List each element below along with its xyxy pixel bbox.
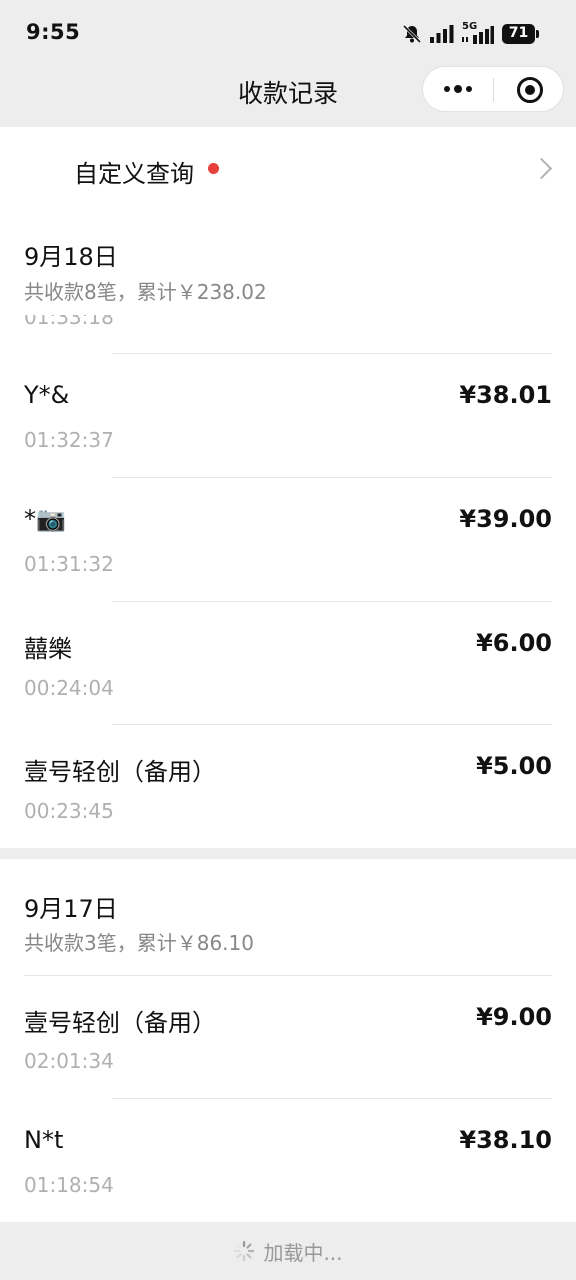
custom-query-row[interactable]: 自定义查询 bbox=[0, 127, 576, 211]
payment-amount: ¥6.00 bbox=[476, 629, 552, 657]
payer-name: 囍樂 bbox=[24, 635, 72, 663]
record-time: 01:33:18 bbox=[24, 315, 114, 329]
more-button[interactable] bbox=[423, 67, 493, 111]
mini-program-capsule bbox=[422, 66, 564, 112]
more-dot-icon bbox=[466, 86, 472, 92]
day-date: 9月17日 bbox=[24, 895, 118, 923]
payer-name: Y*& bbox=[24, 381, 70, 409]
record-item[interactable]: 壹号轻创（备用） ¥9.00 02:01:34 bbox=[0, 976, 576, 1098]
loading-indicator: 加载中... bbox=[0, 1222, 576, 1280]
record-item[interactable]: 壹号轻创（备用） ¥5.00 00:23:45 bbox=[0, 725, 576, 848]
payment-amount: ¥38.10 bbox=[459, 1126, 552, 1154]
new-badge-dot bbox=[208, 163, 219, 174]
record-time: 01:32:37 bbox=[24, 428, 114, 452]
close-target-icon[interactable] bbox=[517, 77, 543, 103]
mute-bell-icon bbox=[402, 24, 422, 44]
record-time: 01:18:54 bbox=[24, 1173, 114, 1197]
records-card-1: 自定义查询 9月18日 共收款8笔，累计￥238.02 01:33:18 Y*&… bbox=[0, 127, 576, 848]
record-item[interactable]: *📷 ¥39.00 01:31:32 bbox=[0, 478, 576, 601]
day-summary: 共收款3笔，累计￥86.10 bbox=[24, 931, 254, 955]
custom-query-label: 自定义查询 bbox=[74, 160, 194, 188]
chevron-right-icon bbox=[530, 157, 553, 180]
record-item[interactable]: Y*& ¥38.01 01:32:37 bbox=[0, 354, 576, 477]
day-summary: 共收款8笔，累计￥238.02 bbox=[24, 280, 267, 304]
record-item[interactable]: N*t ¥38.10 01:18:54 bbox=[0, 1099, 576, 1222]
battery-level: 71 bbox=[508, 25, 529, 41]
nav-bar: 收款记录 bbox=[0, 66, 576, 126]
record-time: 01:31:32 bbox=[24, 552, 114, 576]
capsule-divider bbox=[493, 78, 494, 102]
payment-amount: ¥39.00 bbox=[459, 505, 552, 533]
record-time: 00:23:45 bbox=[24, 799, 114, 823]
loading-text: 加载中... bbox=[263, 1240, 343, 1265]
record-time: 02:01:34 bbox=[24, 1049, 114, 1073]
payer-name: 壹号轻创（备用） bbox=[24, 1009, 216, 1037]
day-date: 9月18日 bbox=[24, 243, 118, 271]
more-dot-icon bbox=[454, 85, 462, 93]
record-list-clip: 01:33:18 Y*& ¥38.01 01:32:37 *📷 ¥39.00 0… bbox=[0, 315, 576, 848]
payer-name: 壹号轻创（备用） bbox=[24, 758, 216, 786]
payer-name: N*t bbox=[24, 1126, 64, 1154]
payment-amount: ¥9.00 bbox=[476, 1003, 552, 1031]
more-dot-icon bbox=[444, 86, 450, 92]
status-bar: 9:55 5G 71 bbox=[0, 0, 576, 66]
payment-amount: ¥38.01 bbox=[459, 381, 552, 409]
status-icons: 5G 71 bbox=[402, 21, 540, 46]
record-item[interactable]: 囍樂 ¥6.00 00:24:04 bbox=[0, 602, 576, 725]
status-time: 9:55 bbox=[26, 20, 81, 44]
battery-icon: 71 bbox=[502, 24, 540, 44]
payer-name: *📷 bbox=[24, 505, 66, 533]
signal-5g-icon: 5G bbox=[462, 21, 494, 44]
records-card-2: 9月17日 共收款3笔，累计￥86.10 壹号轻创（备用） ¥9.00 02:0… bbox=[0, 859, 576, 1222]
record-time: 00:24:04 bbox=[24, 676, 114, 700]
payment-amount: ¥5.00 bbox=[476, 752, 552, 780]
spinner-icon bbox=[234, 1240, 255, 1262]
signal-icon bbox=[430, 25, 454, 43]
